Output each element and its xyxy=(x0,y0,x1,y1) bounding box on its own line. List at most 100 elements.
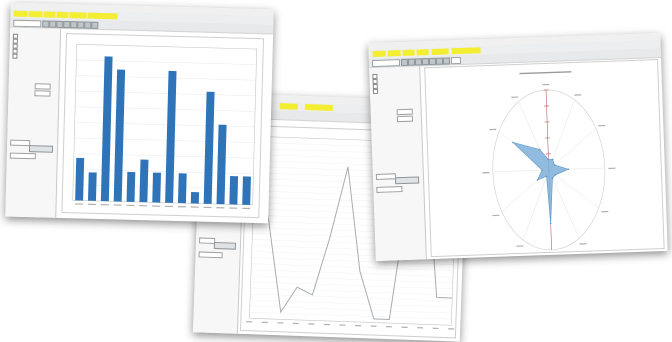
menu-item[interactable] xyxy=(13,11,27,17)
radar-chart-svg xyxy=(425,60,663,256)
x-tick-label xyxy=(355,325,361,326)
radar-axis-label xyxy=(608,168,615,169)
bar xyxy=(217,125,227,205)
apply-button[interactable] xyxy=(395,176,419,184)
plot-area xyxy=(61,33,264,218)
radar-point xyxy=(550,223,552,225)
bar xyxy=(88,172,97,201)
radar-spoke xyxy=(547,128,597,170)
plot-area xyxy=(424,59,664,257)
menu-item[interactable] xyxy=(432,48,449,55)
bar xyxy=(242,176,251,205)
option-field[interactable] xyxy=(35,83,51,89)
bar xyxy=(178,173,187,203)
bar-chart-window xyxy=(5,3,274,224)
x-tick-label xyxy=(126,205,134,206)
bar xyxy=(101,56,113,201)
toolbar-button[interactable] xyxy=(91,22,98,29)
gridline xyxy=(250,312,452,319)
menu-item[interactable] xyxy=(56,12,68,18)
options-sidebar xyxy=(5,28,61,218)
menu-item[interactable] xyxy=(373,51,386,57)
menu-item[interactable] xyxy=(388,50,401,56)
x-tick-label xyxy=(114,204,122,205)
x-tick-label xyxy=(402,327,408,328)
options-sidebar xyxy=(369,66,427,261)
menu-item[interactable] xyxy=(280,103,298,110)
option-field[interactable] xyxy=(397,109,413,116)
apply-button[interactable] xyxy=(214,242,236,250)
x-tick-label xyxy=(277,322,283,323)
option-field[interactable] xyxy=(199,237,215,244)
x-tick-label xyxy=(371,325,377,326)
option-field[interactable] xyxy=(10,140,30,147)
x-tick-label xyxy=(216,207,224,208)
x-tick-label xyxy=(139,205,147,206)
menu-item[interactable] xyxy=(43,11,55,17)
x-tick-label xyxy=(448,328,454,329)
x-tick-label xyxy=(242,208,250,209)
menu-item[interactable] xyxy=(69,12,86,18)
radar-axis-label xyxy=(579,243,586,244)
x-tick-label xyxy=(229,207,237,208)
bar-chart-svg xyxy=(62,34,263,217)
option-field[interactable] xyxy=(10,153,36,160)
radar-spoke xyxy=(493,170,549,172)
gridline xyxy=(251,264,453,271)
menu-item[interactable] xyxy=(305,104,333,111)
gridline xyxy=(76,76,256,81)
x-tick-label xyxy=(101,204,109,205)
x-tick-label xyxy=(417,327,423,328)
menu-item[interactable] xyxy=(28,11,42,17)
x-tick-label xyxy=(433,328,439,329)
menu-item[interactable] xyxy=(417,49,429,55)
x-tick-label xyxy=(293,323,299,324)
option-checkbox[interactable] xyxy=(12,54,17,59)
radar-title-text xyxy=(519,71,571,74)
radar-axis-label xyxy=(574,94,581,95)
dataset-field[interactable] xyxy=(13,20,41,28)
toolbar-button[interactable] xyxy=(443,57,450,64)
radar-axis-label xyxy=(489,129,496,130)
option-field[interactable] xyxy=(376,186,402,193)
bar xyxy=(75,158,84,201)
gridline xyxy=(251,282,453,289)
gridline xyxy=(76,91,256,96)
option-field[interactable] xyxy=(34,90,50,96)
x-tick-label xyxy=(246,321,252,322)
dataset-field[interactable] xyxy=(372,59,400,67)
x-tick-label xyxy=(204,207,212,208)
x-tick-label xyxy=(75,203,83,204)
menu-item[interactable] xyxy=(452,47,481,54)
option-field[interactable] xyxy=(199,251,223,258)
radar-axis-label xyxy=(511,96,518,97)
x-tick-label xyxy=(191,206,199,207)
x-tick-label xyxy=(308,323,314,324)
x-tick-label xyxy=(262,322,268,323)
radar-axis-label xyxy=(492,215,499,216)
option-field[interactable] xyxy=(397,116,413,123)
radar-axis-label xyxy=(601,211,608,212)
zoom-field[interactable] xyxy=(451,57,461,64)
apply-button[interactable] xyxy=(29,145,53,153)
radar-chart-window xyxy=(368,33,667,261)
gridline xyxy=(76,60,256,65)
radar-axis-label xyxy=(482,172,489,173)
x-tick-label xyxy=(339,324,345,325)
bar xyxy=(152,173,161,203)
gridline xyxy=(250,294,452,301)
x-tick-label xyxy=(178,206,186,207)
x-tick-label xyxy=(386,326,392,327)
menu-item[interactable] xyxy=(403,50,415,56)
option-checkbox[interactable] xyxy=(373,89,378,94)
option-field[interactable] xyxy=(376,173,396,180)
radar-axis-label xyxy=(598,125,605,126)
radar-axis-label xyxy=(516,245,523,246)
gridline xyxy=(74,138,254,143)
radar-point xyxy=(568,168,570,170)
menu-item[interactable] xyxy=(87,13,117,20)
x-tick-label xyxy=(152,205,160,206)
gridline xyxy=(251,270,453,277)
bar xyxy=(114,70,125,202)
gridline xyxy=(74,169,254,174)
